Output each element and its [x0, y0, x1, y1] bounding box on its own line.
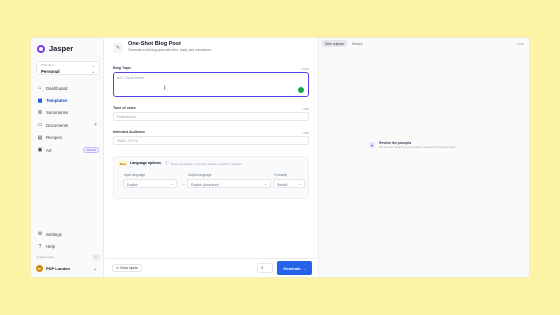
input-language-value: English: [127, 182, 138, 187]
template-header: ✎ One-Shot Blog Post Generate a full blo…: [113, 41, 212, 53]
template-description: Generate a full blog post with intro, bo…: [128, 48, 212, 52]
output-quantity-input[interactable]: 3: [257, 263, 273, 273]
project-value: Personal: [41, 68, 60, 74]
info-icon[interactable]: ⓘ: [165, 161, 169, 166]
language-options: Beta Language options ⓘ Deepl integratio…: [113, 156, 309, 199]
sidebar-item-art[interactable]: ▣ Art CREATE: [36, 144, 100, 156]
grammarly-icon[interactable]: [298, 87, 304, 93]
blog-topic-label: Blog Topic: [113, 66, 132, 70]
blog-topic-textarea[interactable]: B2C Social Media I: [113, 72, 309, 97]
sidebar-item-label: Settings: [46, 231, 62, 237]
form-footer: ✕ Clear inputs 3 Generate →: [105, 258, 317, 277]
audience-placeholder: SMEs, CEO's: [117, 139, 138, 144]
project-selector[interactable]: PROJECT Personal ⌃ ⌄: [36, 61, 100, 75]
sparkle-icon: ✦: [369, 142, 375, 148]
upgrade-plan-link[interactable]: Upgrade plan ⌘K: [36, 254, 100, 260]
page-title: One-Shot Blog Post: [128, 41, 181, 47]
blog-topic-placeholder: B2C Social Media: [117, 76, 144, 80]
input-language-label: Input language: [124, 173, 146, 177]
sidebar-item-dashboard[interactable]: ⌂ Dashboard: [36, 82, 100, 94]
input-language-select[interactable]: English ⌄: [123, 179, 177, 188]
clear-inputs-button[interactable]: ✕ Clear inputs: [112, 264, 142, 272]
gear-icon: ⚙: [37, 231, 43, 238]
empty-state-subtitle: Get the best results by trying multiple …: [379, 146, 457, 149]
user-menu[interactable]: PL PDP London ⌄: [36, 264, 100, 273]
brand-name: Jasper: [49, 44, 74, 53]
audience-input[interactable]: SMEs, CEO's: [113, 136, 309, 145]
sidebar-item-label: Documents: [46, 122, 69, 128]
app-window: Jasper PROJECT Personal ⌃ ⌄ ⌂ Dashboard ▦…: [31, 38, 529, 277]
generate-button[interactable]: Generate →: [277, 261, 312, 275]
art-badge: CREATE: [82, 147, 99, 153]
formality-select[interactable]: Default ⌄: [273, 179, 305, 188]
sidebar-item-label: Templates: [46, 98, 68, 104]
brand[interactable]: Jasper: [37, 44, 73, 53]
grid-icon: ▦: [37, 97, 43, 104]
sidebar-bottom-nav: ⚙ Settings ? Help: [36, 228, 100, 253]
output-panel: New outputs History Clear ✦ Review the p…: [318, 38, 529, 277]
template-form: ✎ One-Shot Blog Post Generate a full blo…: [105, 38, 317, 277]
sidebar-item-templates[interactable]: ▦ Templates: [36, 94, 100, 106]
audience-count: 0/80: [303, 130, 309, 135]
chevron-down-icon: ⌄: [298, 182, 301, 187]
output-tabs: New outputs History: [322, 40, 365, 47]
sidebar-item-help[interactable]: ? Help: [36, 240, 100, 252]
sidebar-item-label: Dashboard: [46, 85, 68, 91]
avatar: PL: [36, 265, 43, 272]
help-icon: ?: [38, 243, 42, 250]
sidebar-item-label: Summaries: [46, 110, 69, 116]
chevron-down-icon: ⌄: [264, 182, 267, 187]
home-icon: ⌂: [38, 85, 42, 92]
tab-history[interactable]: History: [349, 40, 366, 47]
tone-label: Tone of voice: [113, 106, 136, 110]
shortcut-hint: ⌘K: [91, 254, 100, 260]
chevron-down-icon: ⌄: [93, 266, 97, 271]
jasper-logo-icon: [37, 44, 45, 53]
text-cursor-icon: I: [164, 86, 166, 92]
template-icon: ✎: [113, 43, 123, 53]
empty-state-title: Review the prompts: [379, 141, 412, 145]
tab-new-outputs[interactable]: New outputs: [322, 40, 347, 47]
chevron-down-icon: ⌄: [170, 182, 173, 187]
sidebar-item-recipes[interactable]: ▤ Recipes: [36, 132, 100, 144]
output-language-value: English (American): [191, 182, 219, 187]
empty-state: ✦ Review the prompts Get the best result…: [369, 141, 456, 149]
arrow-right-icon: →: [181, 181, 185, 186]
sidebar-item-summaries[interactable]: ≣ Summaries: [36, 107, 100, 119]
tone-placeholder: Professional: [117, 115, 136, 120]
sidebar-item-label: Art: [46, 147, 52, 153]
sidebar-nav: ⌂ Dashboard ▦ Templates ≣ Summaries ▭ Do…: [36, 82, 100, 156]
audience-label: Intended Audience: [113, 130, 146, 134]
sidebar-item-label: Help: [46, 244, 56, 250]
upgrade-label: Upgrade plan: [36, 255, 55, 259]
chevron-updown-icon: ⌃ ⌄: [91, 64, 95, 74]
user-name: PDP London: [46, 266, 70, 271]
document-icon: ▭: [37, 122, 43, 129]
output-language-select[interactable]: English (American) ⌄: [187, 179, 271, 188]
project-label: PROJECT: [41, 63, 55, 67]
sidebar-item-documents[interactable]: ▭ Documents +: [36, 119, 100, 131]
blog-topic-count: 0/400: [301, 66, 309, 71]
sidebar: Jasper PROJECT Personal ⌃ ⌄ ⌂ Dashboard ▦…: [31, 38, 104, 277]
sidebar-item-settings[interactable]: ⚙ Settings: [36, 228, 100, 240]
clear-outputs-button[interactable]: Clear: [516, 42, 524, 46]
add-document-icon[interactable]: +: [94, 122, 97, 128]
list-icon: ≣: [37, 109, 43, 116]
image-icon: ▣: [37, 147, 43, 154]
output-language-label: Output language: [188, 173, 212, 177]
language-note: Deepl integration is currently disabled.…: [171, 161, 243, 166]
book-icon: ▤: [37, 134, 43, 141]
language-options-title: Language options: [130, 161, 161, 165]
tone-input[interactable]: Professional: [113, 112, 309, 121]
beta-badge: Beta: [118, 161, 128, 166]
sidebar-item-label: Recipes: [46, 135, 62, 141]
formality-label: Formality: [274, 173, 288, 177]
tone-count: 0/80: [303, 106, 309, 111]
formality-value: Default: [277, 182, 288, 187]
